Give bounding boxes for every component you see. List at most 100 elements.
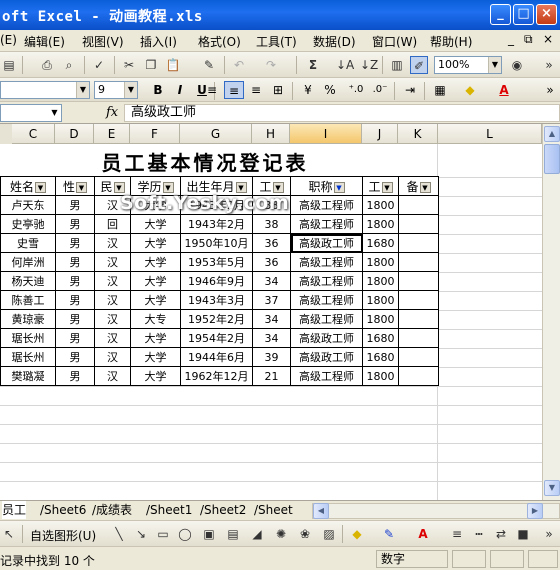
table-cell[interactable] [398, 309, 439, 329]
table-cell[interactable] [398, 290, 439, 310]
spelling-icon[interactable]: ✓ [90, 56, 108, 74]
print-icon[interactable]: ⎙ [38, 56, 56, 74]
font-name-combo[interactable]: ▼ [0, 81, 90, 99]
table-cell[interactable] [398, 233, 439, 253]
sheet-tab-employees[interactable]: 员工 [2, 501, 27, 519]
table-cell[interactable] [398, 328, 439, 348]
header-cell[interactable]: 工 ▼ [362, 176, 399, 196]
sheet-tab-sheet1[interactable]: /Sheet1 [146, 501, 192, 519]
table-cell[interactable] [398, 252, 439, 272]
percent-button[interactable]: % [320, 81, 340, 99]
table-cell[interactable]: 史亭驰 [0, 214, 56, 234]
table-cell[interactable]: 陈善工 [0, 290, 56, 310]
active-cell[interactable]: 高级政工师 [290, 233, 363, 253]
formula-input[interactable]: 高级政工师 [124, 104, 560, 122]
table-cell[interactable]: 高级工程师 [290, 271, 363, 291]
sheet-tab-sheet2[interactable]: /Sheet2 [200, 501, 246, 519]
horizontal-scrollbar[interactable]: ◀ ▶ [312, 503, 560, 519]
fill-color-icon[interactable]: ◆ [348, 525, 366, 543]
increase-decimal-button[interactable]: ⁺.0 [346, 81, 366, 99]
table-cell[interactable]: 高级工程师 [290, 195, 363, 215]
table-cell[interactable]: 杨天迪 [0, 271, 56, 291]
autoshapes-menu[interactable]: 自选图形(U) [30, 527, 96, 544]
table-cell[interactable]: 1800 [362, 309, 399, 329]
toolbar-options-icon[interactable]: » [540, 56, 558, 74]
sort-descending-icon[interactable]: ↓Z [360, 56, 378, 74]
table-cell[interactable]: 男 [55, 252, 95, 272]
table-cell[interactable]: 汉 [94, 309, 131, 329]
table-cell[interactable]: 21 [252, 366, 291, 386]
print-preview-icon[interactable]: ⌕ [60, 56, 78, 74]
cut-icon[interactable]: ✂ [120, 56, 138, 74]
bold-button[interactable]: B [148, 81, 168, 99]
table-cell[interactable]: 汉 [94, 366, 131, 386]
scroll-thumb[interactable] [544, 144, 560, 174]
decrease-decimal-button[interactable]: .0⁻ [370, 81, 390, 99]
column-header-f[interactable]: F [130, 124, 180, 144]
table-cell[interactable]: 男 [55, 290, 95, 310]
menu-window[interactable]: 窗口(W) [372, 33, 417, 50]
doc-minimize-button[interactable]: _ [508, 32, 514, 46]
table-cell[interactable]: 高级政工师 [290, 328, 363, 348]
table-cell[interactable] [398, 347, 439, 367]
table-cell[interactable]: 男 [55, 328, 95, 348]
table-cell[interactable]: 38 [252, 214, 291, 234]
table-cell[interactable]: 高级工程师 [290, 309, 363, 329]
table-cell[interactable]: 1954年2月 [180, 328, 253, 348]
table-cell[interactable]: 大学 [130, 328, 181, 348]
menu-format[interactable]: 格式(O) [198, 33, 241, 50]
sheet-title[interactable]: 员工基本情况登记表 [0, 148, 410, 178]
table-cell[interactable]: 男 [55, 214, 95, 234]
menu-view[interactable]: 视图(V) [82, 33, 124, 50]
textbox-icon[interactable]: ▣ [200, 525, 218, 543]
insert-picture-icon[interactable]: ▨ [320, 525, 338, 543]
table-cell[interactable]: 男 [55, 366, 95, 386]
table-cell[interactable]: 汉 [94, 252, 131, 272]
table-cell[interactable]: 大学 [130, 347, 181, 367]
column-header-c[interactable]: C [12, 124, 55, 144]
currency-icon[interactable]: ¥ [298, 81, 318, 99]
oval-icon[interactable]: ◯ [176, 525, 194, 543]
header-cell[interactable]: 性 ▼ [55, 176, 95, 196]
table-cell[interactable]: 1943年3月 [180, 290, 253, 310]
scroll-left-icon[interactable]: ◀ [313, 503, 329, 519]
table-cell[interactable]: 1943年2月 [180, 214, 253, 234]
sort-ascending-icon[interactable]: ↓A [336, 56, 354, 74]
table-cell[interactable]: 高级工程师 [290, 366, 363, 386]
doc-close-button[interactable]: × [543, 32, 553, 46]
table-cell[interactable]: 1680 [362, 328, 399, 348]
table-cell[interactable]: 1946年9月 [180, 271, 253, 291]
font-color-icon[interactable]: A [414, 525, 432, 543]
table-cell[interactable]: 回 [94, 214, 131, 234]
table-cell[interactable]: 汉 [94, 347, 131, 367]
table-cell[interactable]: 大学 [130, 366, 181, 386]
camera-icon[interactable]: ◉ [508, 56, 526, 74]
align-left-icon[interactable]: ≡ [202, 81, 222, 99]
table-cell[interactable]: 汉 [94, 328, 131, 348]
filter-dropdown-icon[interactable]: ▼ [162, 181, 174, 193]
filter-dropdown-icon[interactable]: ▼ [235, 181, 247, 193]
table-cell[interactable]: 1800 [362, 366, 399, 386]
menu-tools[interactable]: 工具(T) [256, 33, 297, 50]
autosum-icon[interactable]: Σ [304, 56, 322, 74]
column-header-l[interactable]: L [438, 124, 542, 144]
filter-dropdown-icon[interactable]: ▼ [113, 181, 125, 193]
table-cell[interactable]: 何岸洲 [0, 252, 56, 272]
toolbar-options-icon[interactable]: » [540, 81, 560, 99]
table-cell[interactable]: 男 [55, 309, 95, 329]
table-cell[interactable]: 大学 [130, 290, 181, 310]
table-cell[interactable]: 男 [55, 195, 95, 215]
table-cell[interactable]: 1800 [362, 252, 399, 272]
toolbar-options-icon[interactable]: » [540, 525, 558, 543]
table-cell[interactable]: 黄琼豪 [0, 309, 56, 329]
column-header-i[interactable]: I [290, 124, 362, 144]
table-cell[interactable]: 1944年6月 [180, 347, 253, 367]
chevron-down-icon[interactable]: ▼ [124, 82, 137, 98]
table-cell[interactable]: 37 [252, 290, 291, 310]
clipart-icon[interactable]: ❀ [296, 525, 314, 543]
table-cell[interactable]: 1800 [362, 271, 399, 291]
table-cell[interactable]: 36 [252, 233, 291, 253]
table-cell[interactable]: 1952年2月 [180, 309, 253, 329]
filter-dropdown-icon[interactable]: ▼ [76, 181, 87, 193]
italic-button[interactable]: I [170, 81, 190, 99]
